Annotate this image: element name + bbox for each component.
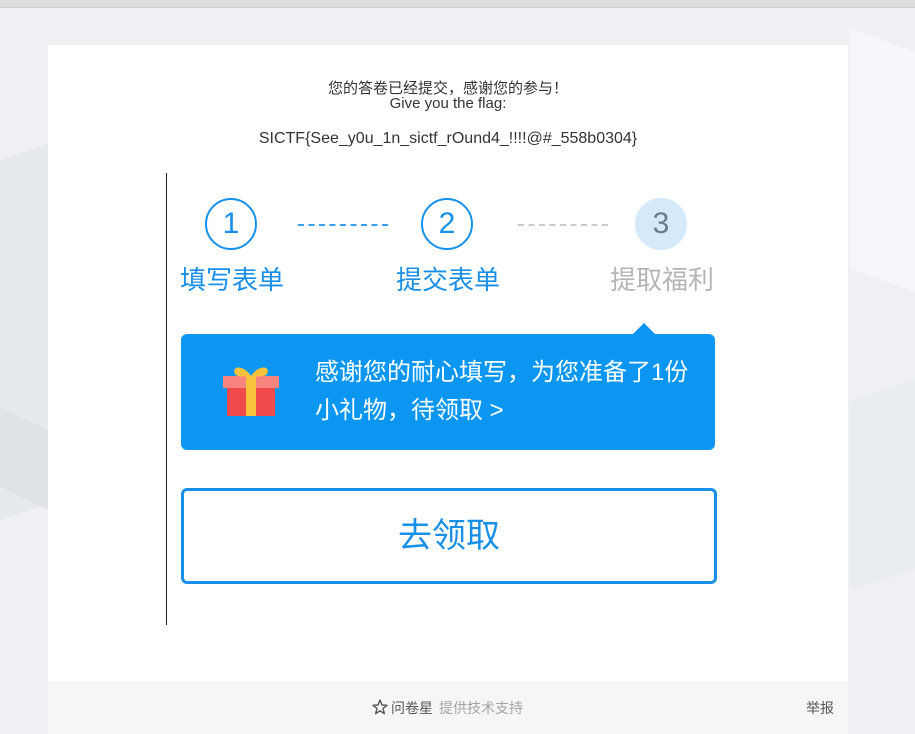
step-1-label: 填写表单 — [179, 265, 284, 295]
step-3-circle: 3 — [635, 198, 687, 250]
brand[interactable]: 问卷星 提供技术支持 — [372, 698, 523, 718]
step-3-label: 提取福利 — [609, 265, 714, 295]
support-text: 提供技术支持 — [439, 700, 523, 716]
reward-banner[interactable]: 感谢您的耐心填写，为您准备了1份小礼物，待领取 > — [181, 334, 715, 450]
survey-complete-card: 您的答卷已经提交，感谢您的参与！ Give you the flag: SICT… — [48, 45, 848, 734]
flag-text: SICTF{See_y0u_1n_sictf_rOund4_!!!!@#_558… — [258, 130, 638, 147]
browser-top-edge — [0, 0, 915, 8]
divider-line — [166, 173, 167, 625]
gift-icon — [223, 367, 279, 416]
step-connector — [298, 224, 388, 226]
step-connector — [518, 224, 608, 226]
step-2-label: 提交表单 — [395, 265, 500, 295]
flag-prompt: Give you the flag: — [389, 95, 507, 112]
background-shape — [850, 28, 915, 292]
step-2-circle: 2 — [421, 198, 473, 250]
claim-button[interactable]: 去领取 — [181, 488, 717, 584]
banner-pointer — [633, 323, 655, 334]
step-1-circle: 1 — [205, 198, 257, 250]
reward-text: 感谢您的耐心填写，为您准备了1份小礼物，待领取 > — [315, 359, 689, 424]
brand-name: 问卷星 — [391, 700, 433, 716]
background-shape — [850, 379, 915, 591]
footer: 问卷星 提供技术支持 举报 — [48, 681, 848, 734]
star-icon — [372, 699, 388, 715]
report-link[interactable]: 举报 — [806, 698, 834, 718]
